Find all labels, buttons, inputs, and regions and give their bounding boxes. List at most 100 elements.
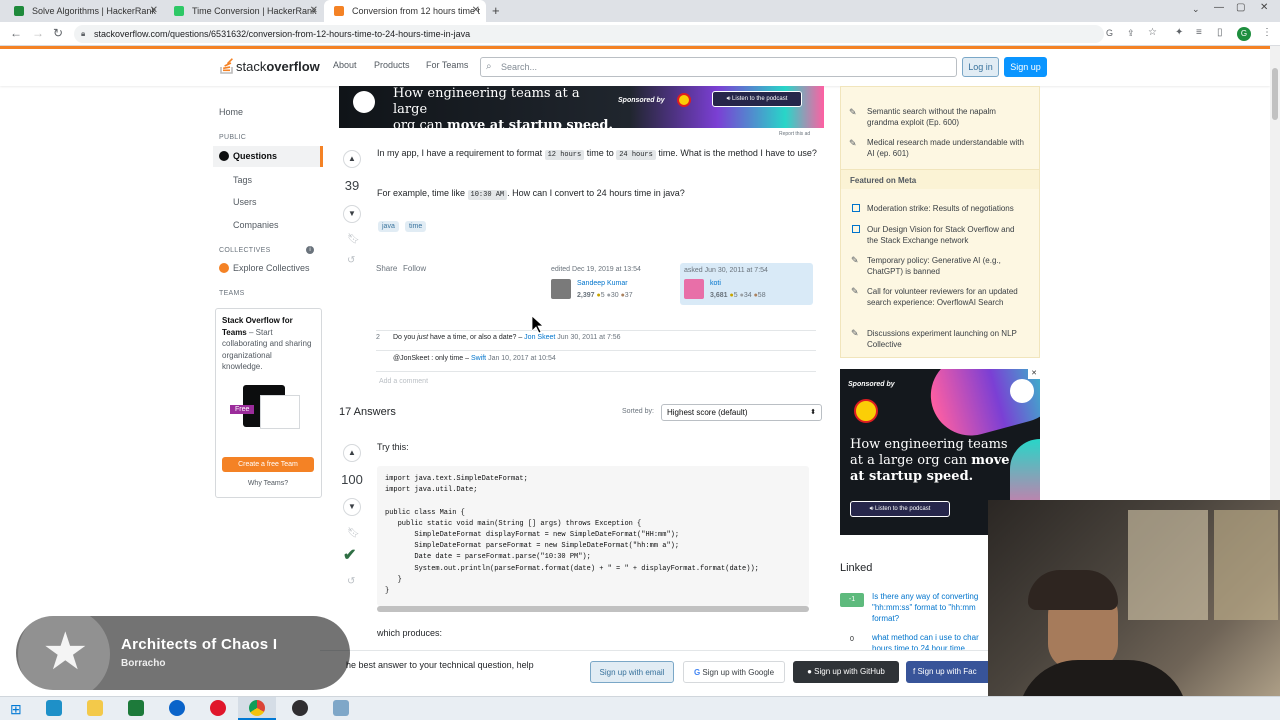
new-tab-button[interactable]: + [492,3,500,18]
comment-item: Do you just have a time, or also a date?… [393,334,621,341]
share-icon[interactable]: ⇪ [1127,28,1135,39]
close-icon[interactable]: ✕ [310,0,318,22]
add-comment-link[interactable]: Add a comment [379,378,428,385]
downvote-button[interactable]: ▼ [343,498,361,516]
meta-item[interactable]: Our Design Vision for Stack Overflow and… [867,224,1027,246]
asked-date[interactable]: asked Jun 30, 2011 at 7:54 [684,267,768,274]
comment-score: 2 [376,334,380,341]
forward-arrow-icon[interactable]: → [32,26,44,40]
signup-email-button[interactable]: Sign up with email [590,661,674,683]
bookmark-icon[interactable]: 🔖︎ [347,528,360,539]
minimize-button[interactable]: — [1214,2,1224,13]
url-field[interactable]: 🔒︎ stackoverflow.com/questions/6531632/c… [74,25,1104,43]
pencil-icon: ✎ [851,328,859,338]
search-input[interactable]: ⌕ Search... [480,57,957,77]
media-icon[interactable]: ≡ [1196,27,1202,38]
meta-item[interactable]: Call for volunteer reviewers for an upda… [867,286,1027,308]
signup-facebook-button[interactable]: f Sign up with Fac [906,661,988,683]
blog-item[interactable]: Medical research made understandable wit… [867,137,1027,159]
hackerrank-icon [14,6,24,16]
stackoverflow-logo-icon [220,58,234,74]
editor-avatar[interactable] [551,279,571,299]
reload-icon[interactable]: ↻ [53,26,63,40]
meta-item[interactable]: Moderation strike: Results of negotiatio… [867,203,1027,214]
bookmark-star-icon[interactable]: ☆ [1148,27,1157,38]
downvote-button[interactable]: ▼ [343,205,361,223]
stackoverflow-logo[interactable]: stackoverflow [236,59,320,74]
now-playing-overlay: ★ Architects of Chaos I Borracho [16,608,350,700]
nav-users[interactable]: Users [233,197,257,207]
browser-tab-stackoverflow[interactable]: Conversion from 12 hours time t ✕ [324,0,486,22]
excel-icon[interactable] [128,700,144,716]
linked-question[interactable]: Is there any way of converting "hh:mm:ss… [872,591,990,624]
browser-tab-solve-algorithms[interactable]: Solve Algorithms | HackerRank ✕ [4,0,164,22]
maximize-button[interactable]: ▢ [1236,2,1245,13]
ad-listen-button[interactable]: 🔊︎ Listen to the podcast [850,501,950,517]
editor-name[interactable]: Sandeep Kumar [577,280,628,287]
chevron-down-icon[interactable]: ⌄ [1192,4,1200,15]
nav-for-teams[interactable]: For Teams [426,60,468,70]
opera-icon[interactable] [210,700,226,716]
meta-item[interactable]: Temporary policy: Generative AI (e.g., C… [867,255,1027,277]
nav-questions[interactable]: Questions [213,146,323,167]
login-button[interactable]: Log in [962,57,999,77]
asker-avatar[interactable] [684,279,704,299]
meta-item[interactable]: Discussions experiment launching on NLP … [867,328,1027,350]
meta-square-icon [852,225,860,233]
obs-icon[interactable] [292,700,308,716]
chrome-icon[interactable] [249,700,265,716]
profile-avatar[interactable]: G [1237,27,1251,41]
nav-products[interactable]: Products [374,60,410,70]
close-icon[interactable]: ✕ [150,0,158,22]
report-ad-link[interactable]: Report this ad [779,131,810,137]
edge-icon[interactable] [46,700,62,716]
notepad-icon[interactable] [333,700,349,716]
tag-java[interactable]: java [378,221,399,232]
signup-button[interactable]: Sign up [1004,57,1047,77]
blog-item[interactable]: Semantic search without the napalm grand… [867,106,1027,128]
upvote-button[interactable]: ▲ [343,444,361,462]
history-icon[interactable]: ↺ [347,576,355,587]
signup-google-button[interactable]: G Sign up with Google [683,661,785,683]
tag-time[interactable]: time [405,221,427,232]
upvote-button[interactable]: ▲ [343,150,361,168]
comment-user[interactable]: Swift [471,355,486,362]
nav-companies[interactable]: Companies [233,220,279,230]
edge-browser-icon[interactable] [169,700,185,716]
file-explorer-icon[interactable] [87,700,103,716]
create-team-button[interactable]: Create a free Team [222,457,314,472]
back-arrow-icon[interactable]: ← [10,26,22,40]
ad-listen-button[interactable]: 🔊︎ Listen to the podcast [712,91,802,107]
extensions-icon[interactable]: ✦ [1175,27,1183,38]
edited-date[interactable]: edited Dec 19, 2019 at 13:54 [551,266,641,273]
info-icon[interactable]: i [306,246,314,254]
nav-section-collectives: COLLECTIVES [219,247,271,254]
close-window-button[interactable]: ✕ [1260,2,1268,13]
sort-select[interactable]: Highest score (default) ⬍ [661,404,822,421]
top-ad-banner[interactable]: How engineering teams at a large org can … [339,86,824,133]
nav-home[interactable]: Home [219,107,243,117]
featured-meta-title: Featured on Meta [850,176,917,185]
share-link[interactable]: Share [376,264,397,273]
answer-intro: Try this: [377,442,409,452]
close-icon[interactable]: ✕ [1028,369,1040,379]
history-icon[interactable]: ↺ [347,255,355,266]
code-horizontal-scrollbar[interactable] [377,606,809,612]
shell-logo-icon [677,93,691,107]
hackerrank-icon [174,6,184,16]
asker-name[interactable]: koti [710,280,721,287]
sidepanel-icon[interactable]: ▯ [1217,27,1223,38]
nav-about[interactable]: About [333,60,357,70]
nav-explore-collectives[interactable]: Explore Collectives [233,263,310,273]
scrollbar-thumb[interactable] [1272,68,1278,120]
follow-link[interactable]: Follow [403,264,426,273]
close-icon[interactable]: ✕ [472,0,480,22]
why-teams-link[interactable]: Why Teams? [222,480,314,487]
signup-github-button[interactable]: ● Sign up with GitHub [793,661,899,683]
bookmark-icon[interactable]: 🔖︎ [347,234,360,245]
browser-tab-time-conversion[interactable]: Time Conversion | HackerRank ✕ [164,0,324,22]
nav-tags[interactable]: Tags [233,175,252,185]
kebab-menu-icon[interactable]: ⋮ [1262,27,1272,38]
google-icon[interactable]: G [1106,28,1113,38]
windows-start-icon[interactable]: ⊞ [10,701,22,718]
